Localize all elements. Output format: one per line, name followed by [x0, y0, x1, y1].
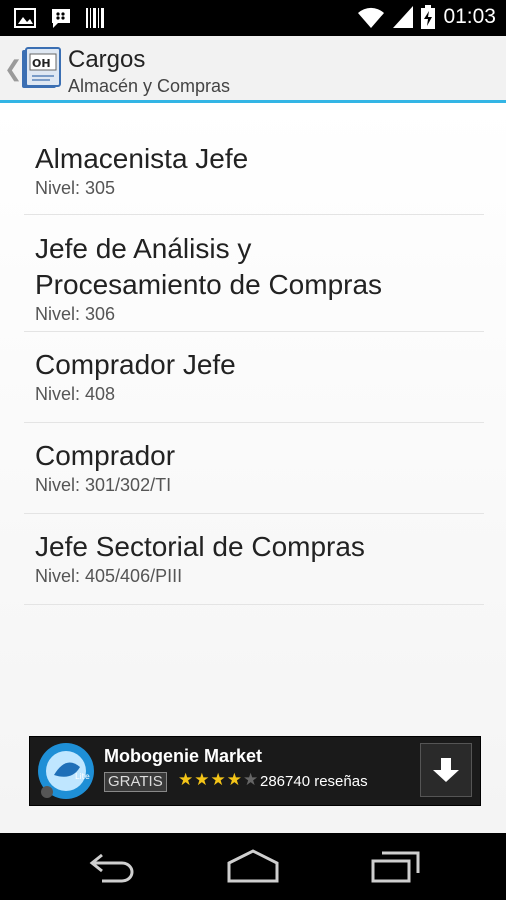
status-bar: 01:03	[0, 0, 506, 36]
status-time: 01:03	[443, 5, 496, 28]
notification-icons	[14, 7, 104, 29]
bbm-icon	[52, 9, 70, 28]
action-bar: ❮ OH Cargos Almacén y Compras	[0, 36, 506, 100]
item-title: Comprador	[35, 440, 176, 471]
recents-icon[interactable]	[370, 849, 422, 883]
book-app-icon[interactable]: OH	[20, 46, 62, 90]
back-icon[interactable]	[88, 849, 138, 883]
item-title: Comprador Jefe	[35, 349, 236, 380]
main-content: Almacenista Jefe Nivel: 305 Jefe de Anál…	[0, 103, 506, 833]
download-icon	[433, 758, 459, 782]
ad-download-button[interactable]	[420, 743, 472, 797]
item-title: Almacenista Jefe	[35, 143, 249, 174]
home-icon[interactable]	[225, 849, 281, 883]
wifi-icon	[358, 7, 385, 28]
navigation-bar	[0, 833, 506, 900]
item-level: Nivel: 305	[35, 178, 116, 198]
item-level: Nivel: 301/302/TI	[35, 475, 172, 495]
barcode-icon	[86, 8, 104, 28]
item-title: Jefe Sectorial de Compras	[35, 531, 365, 562]
list-item[interactable]: Jefe de Análisis y Procesamiento de Comp…	[24, 215, 484, 332]
star-rating-filled: ★★★★	[178, 770, 243, 789]
svg-text:OH: OH	[32, 57, 51, 70]
list-item[interactable]: Almacenista Jefe Nivel: 305	[24, 123, 484, 215]
image-icon	[14, 8, 36, 28]
list-item[interactable]: Comprador Nivel: 301/302/TI	[24, 423, 484, 514]
item-level: Nivel: 306	[35, 304, 116, 324]
ad-price-badge: GRATIS	[104, 772, 167, 792]
ad-app-name: Mobogenie Market	[104, 746, 263, 766]
svg-text:Lite: Lite	[75, 772, 90, 781]
list-item[interactable]: Comprador Jefe Nivel: 408	[24, 332, 484, 423]
ad-rating-stars: ★★★★★	[178, 770, 259, 790]
ad-review-count: 286740 reseñas	[260, 773, 368, 790]
ad-banner[interactable]: Lite Mobogenie Market GRATIS ★★★★★ 28674…	[29, 736, 481, 806]
item-level: Nivel: 405/406/PIII	[35, 566, 183, 586]
position-list: Almacenista Jefe Nivel: 305 Jefe de Anál…	[24, 123, 484, 605]
list-item[interactable]: Jefe Sectorial de Compras Nivel: 405/406…	[24, 514, 484, 605]
mobogenie-icon: Lite	[38, 743, 94, 799]
system-icons: 01:03	[357, 5, 496, 29]
signal-icon	[393, 6, 414, 28]
battery-charging-icon	[421, 5, 436, 29]
star-rating-empty: ★	[242, 770, 260, 789]
item-title: Jefe de Análisis y Procesamiento de Comp…	[35, 233, 383, 300]
page-title: Cargos	[68, 46, 146, 73]
item-level: Nivel: 408	[35, 384, 116, 404]
page-subtitle: Almacén y Compras	[68, 76, 231, 96]
